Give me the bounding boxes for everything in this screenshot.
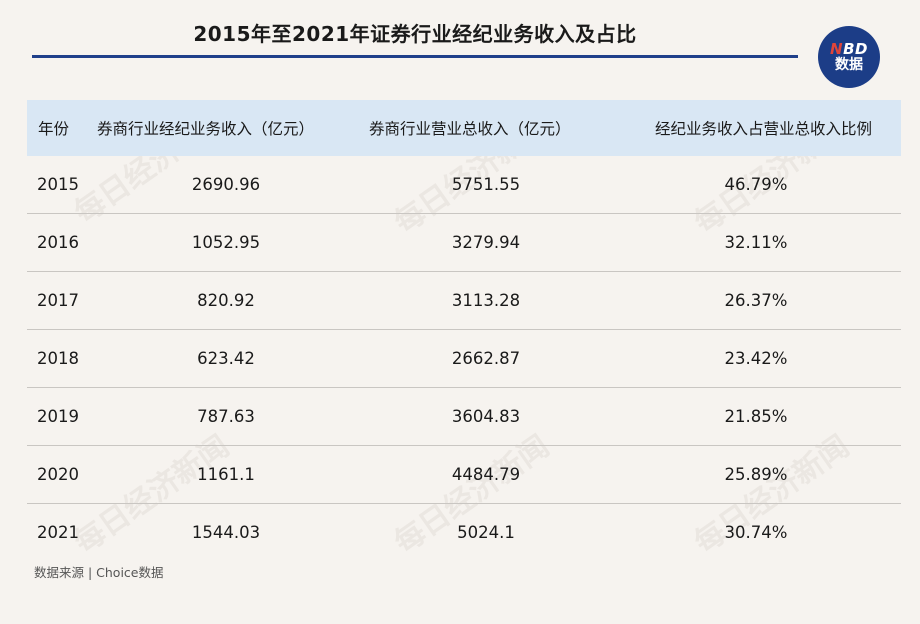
cell-brokerage-income: 2690.96 [191, 175, 261, 194]
cell-brokerage-income: 820.92 [197, 291, 255, 310]
cell-brokerage-income: 1544.03 [191, 523, 261, 542]
header-brokerage-income: 券商行业经纪业务收入（亿元） [97, 120, 315, 138]
cell-year: 2016 [37, 233, 79, 252]
cell-ratio: 46.79% [724, 175, 788, 194]
header-ratio: 经纪业务收入占营业总收入比例 [655, 120, 873, 138]
cell-ratio: 25.89% [724, 465, 788, 484]
table-row: 2016 1052.95 3279.94 32.11% [27, 214, 901, 272]
cell-brokerage-income: 1052.95 [191, 233, 261, 252]
cell-brokerage-income: 1161.1 [197, 465, 255, 484]
cell-year: 2017 [37, 291, 79, 310]
cell-total-revenue: 2662.87 [451, 349, 521, 368]
table-row: 2017 820.92 3113.28 26.37% [27, 272, 901, 330]
cell-year: 2015 [37, 175, 79, 194]
cell-brokerage-income: 623.42 [197, 349, 255, 368]
cell-year: 2021 [37, 523, 79, 542]
title-underline [32, 55, 798, 58]
cell-year: 2020 [37, 465, 79, 484]
page-title: 2015年至2021年证券行业经纪业务收入及占比 [193, 22, 637, 46]
logo-data-text: 数据 [835, 56, 863, 73]
table-row: 2015 2690.96 5751.55 46.79% [27, 156, 901, 214]
logo-nbd-text: NBD [830, 39, 868, 58]
cell-total-revenue: 4484.79 [451, 465, 521, 484]
data-table: 年份 券商行业经纪业务收入（亿元） 券商行业营业总收入（亿元） 经纪业务收入占营… [27, 100, 901, 561]
cell-total-revenue: 5024.1 [457, 523, 515, 542]
cell-year: 2019 [37, 407, 79, 426]
cell-total-revenue: 3604.83 [451, 407, 521, 426]
cell-total-revenue: 3279.94 [451, 233, 521, 252]
header-year: 年份 [38, 120, 70, 138]
table-row: 2018 623.42 2662.87 23.42% [27, 330, 901, 388]
cell-ratio: 30.74% [724, 523, 788, 542]
table-row: 2020 1161.1 4484.79 25.89% [27, 446, 901, 504]
data-source-note: 数据来源 | Choice数据 [34, 565, 164, 580]
cell-ratio: 32.11% [724, 233, 788, 252]
cell-total-revenue: 3113.28 [451, 291, 521, 310]
table-header: 年份 券商行业经纪业务收入（亿元） 券商行业营业总收入（亿元） 经纪业务收入占营… [27, 100, 901, 156]
header-total-revenue: 券商行业营业总收入（亿元） [369, 120, 571, 138]
cell-year: 2018 [37, 349, 79, 368]
cell-ratio: 21.85% [724, 407, 788, 426]
table-row: 2021 1544.03 5024.1 30.74% [27, 504, 901, 561]
table-row: 2019 787.63 3604.83 21.85% [27, 388, 901, 446]
cell-ratio: 26.37% [724, 291, 788, 310]
cell-total-revenue: 5751.55 [451, 175, 521, 194]
cell-brokerage-income: 787.63 [197, 407, 255, 426]
cell-ratio: 23.42% [724, 349, 788, 368]
nbd-logo: NBD 数据 [818, 26, 880, 88]
